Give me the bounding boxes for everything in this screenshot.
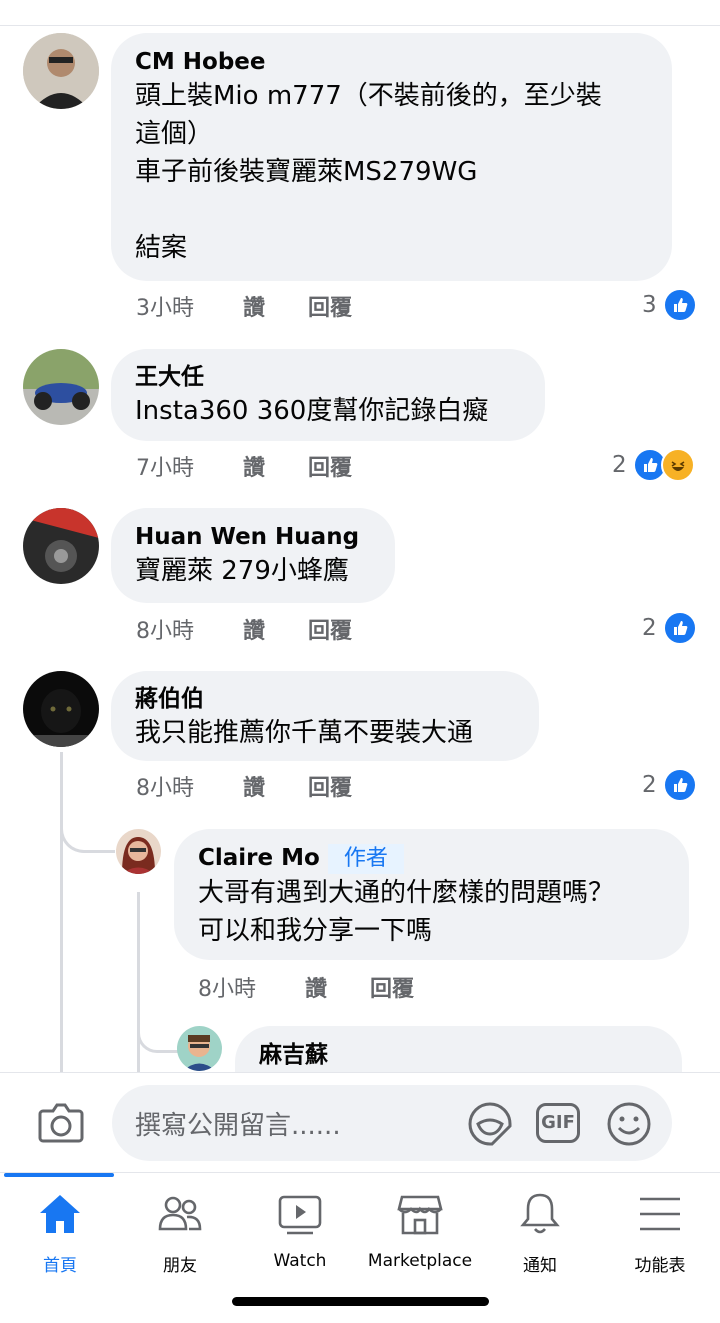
tab-label: 通知 (523, 1256, 557, 1276)
gif-label: GIF (541, 1112, 575, 1133)
comment-meta: 8小時 讚 回覆 (136, 613, 352, 645)
avatar[interactable] (23, 33, 99, 109)
bell-icon (520, 1193, 560, 1234)
comment-time[interactable]: 8小時 (136, 613, 236, 645)
like-button[interactable]: 讚 (243, 770, 301, 802)
reply-button[interactable]: 回覆 (308, 770, 352, 802)
avatar[interactable] (177, 1026, 222, 1071)
sticker-icon[interactable] (466, 1100, 514, 1152)
comment-bubble[interactable]: 王大任 Insta360 360度幫你記錄白癡 (111, 349, 545, 441)
reply-bubble[interactable]: Claire Mo 作者 大哥有遇到大通的什麼樣的問題嗎？ 可以和我分享一下嗎 (174, 829, 689, 960)
comment-text: 寶麗萊 279小蜂鷹 (135, 556, 349, 586)
comment-bubble[interactable]: 蔣伯伯 我只能推薦你千萬不要裝大通 (111, 671, 539, 761)
marketplace-icon (397, 1195, 443, 1235)
avatar[interactable] (116, 829, 161, 874)
tab-friends[interactable]: 朋友 (120, 1173, 240, 1283)
camera-icon[interactable] (37, 1101, 85, 1149)
tab-menu[interactable]: 功能表 (600, 1173, 720, 1283)
reaction-summary[interactable]: 3 (642, 288, 697, 322)
tab-marketplace[interactable]: Marketplace (360, 1173, 480, 1283)
tab-label: 功能表 (634, 1256, 686, 1276)
comment-time[interactable]: 8小時 (136, 770, 236, 802)
tab-label: 首頁 (43, 1256, 77, 1276)
home-indicator (232, 1297, 489, 1306)
top-divider (0, 0, 720, 26)
like-icon (662, 611, 697, 645)
avatar[interactable] (23, 508, 99, 584)
comment-bubble[interactable]: CM Hobee 頭上裝Mio m777（不裝前後的，至少裝 這個） 車子前後裝… (111, 33, 672, 281)
comment-author[interactable]: Huan Wen Huang (135, 522, 371, 552)
like-button[interactable]: 讚 (305, 971, 363, 1003)
comment-time[interactable]: 7小時 (136, 450, 236, 482)
gif-icon[interactable]: GIF (536, 1103, 580, 1143)
reaction-count: 3 (642, 292, 657, 318)
tab-label: 朋友 (163, 1256, 197, 1276)
reaction-count: 2 (642, 615, 657, 641)
tab-notifications[interactable]: 通知 (480, 1173, 600, 1283)
comment-input[interactable]: 撰寫公開留言...... GIF (112, 1085, 672, 1161)
home-icon (40, 1195, 80, 1233)
like-button[interactable]: 讚 (243, 450, 301, 482)
comment-text: 頭上裝Mio m777（不裝前後的，至少裝 這個） 車子前後裝寶麗萊MS279W… (135, 81, 602, 263)
comment-author[interactable]: CM Hobee (135, 47, 648, 77)
comment-meta: 3小時 讚 回覆 (136, 290, 352, 322)
comment-meta: 7小時 讚 回覆 (136, 450, 352, 482)
reply-button[interactable]: 回覆 (370, 971, 414, 1003)
comment-text: Insta360 360度幫你記錄白癡 (135, 396, 489, 426)
tab-home[interactable]: 首頁 (0, 1173, 120, 1283)
like-button[interactable]: 讚 (243, 290, 301, 322)
comment-author[interactable]: 蔣伯伯 (135, 684, 515, 714)
watch-icon (278, 1195, 322, 1235)
tab-watch[interactable]: Watch (240, 1173, 360, 1283)
reply-meta: 8小時 讚 回覆 (198, 971, 414, 1003)
thread-line-nested-branch (137, 1010, 180, 1053)
like-icon (662, 768, 697, 802)
author-badge: 作者 (327, 844, 404, 874)
comment-text: 我只能推薦你千萬不要裝大通 (135, 718, 474, 748)
comment-bubble[interactable]: Huan Wen Huang 寶麗萊 279小蜂鷹 (111, 508, 395, 603)
reaction-summary[interactable]: 2 (642, 768, 697, 802)
emoji-icon[interactable] (606, 1101, 652, 1151)
reaction-count: 2 (642, 772, 657, 798)
comment-composer: 撰寫公開留言...... GIF (0, 1072, 720, 1173)
avatar[interactable] (23, 671, 99, 747)
reply-button[interactable]: 回覆 (308, 613, 352, 645)
like-icon (662, 288, 697, 322)
reply-author-name[interactable]: Claire Mo (198, 845, 320, 871)
reply-author: Claire Mo 作者 (198, 843, 665, 874)
reply-button[interactable]: 回覆 (308, 290, 352, 322)
friends-icon (158, 1196, 202, 1231)
reply-button[interactable]: 回覆 (308, 450, 352, 482)
comment-time[interactable]: 3小時 (136, 290, 236, 322)
comment-author[interactable]: 王大任 (135, 362, 521, 392)
tab-label: Marketplace (367, 1251, 473, 1271)
tab-label: Watch (273, 1251, 327, 1271)
haha-icon (660, 448, 695, 482)
reaction-summary[interactable]: 2 (612, 448, 695, 482)
reaction-summary[interactable]: 2 (642, 611, 697, 645)
avatar[interactable] (23, 349, 99, 425)
comment-input-placeholder: 撰寫公開留言...... (135, 1111, 341, 1141)
menu-icon (640, 1197, 680, 1231)
reaction-count: 2 (612, 452, 627, 478)
reply-text: 大哥有遇到大通的什麼樣的問題嗎？ 可以和我分享一下嗎 (198, 878, 615, 946)
reply-author[interactable]: 麻吉蘇 (259, 1040, 658, 1070)
comment-meta: 8小時 讚 回覆 (136, 770, 352, 802)
like-button[interactable]: 讚 (243, 613, 301, 645)
thread-line-branch (60, 790, 115, 853)
thread-line-nested (137, 892, 140, 1072)
reply-time[interactable]: 8小時 (198, 971, 298, 1003)
